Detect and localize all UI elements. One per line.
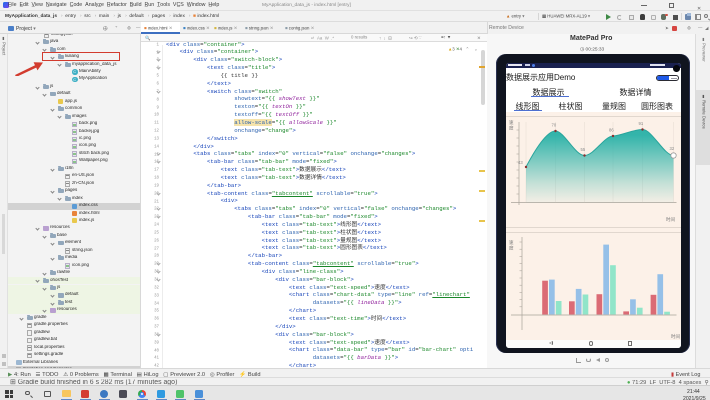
svg-text:70: 70 [551,123,556,128]
svg-text:度: 度 [509,125,514,132]
svg-text:32: 32 [669,146,674,151]
svg-text:86: 86 [609,128,614,133]
svg-text:时间: 时间 [666,216,675,223]
svg-text:时间: 时间 [671,333,680,340]
svg-text:43: 43 [518,160,523,165]
svg-text:度: 度 [509,245,514,252]
svg-text:55: 55 [580,147,585,152]
svg-text:91: 91 [638,121,643,126]
